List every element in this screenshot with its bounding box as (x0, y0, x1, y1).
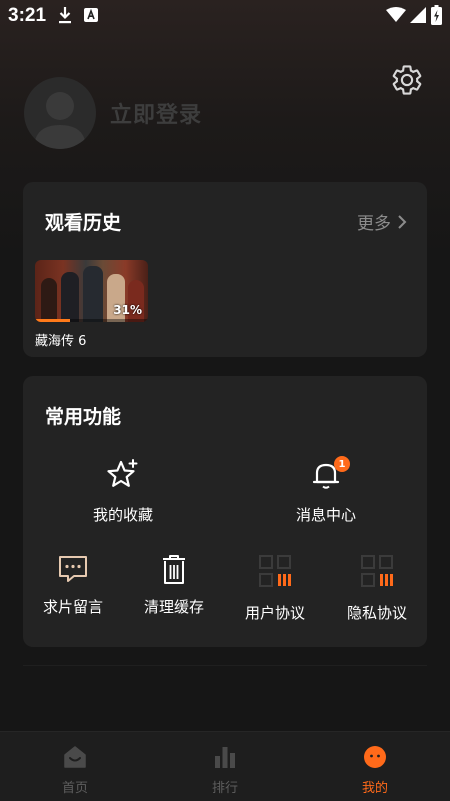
nav-mine-label: 我的 (361, 781, 388, 796)
login-link[interactable]: 立即登录 (110, 97, 202, 129)
person-avatar-icon (34, 92, 86, 149)
battery-charging-icon (431, 5, 442, 25)
history-more-button[interactable]: 更多 (357, 209, 409, 234)
user-agreement-label: 用户协议 (244, 604, 305, 622)
chat-bubble-icon (59, 556, 87, 582)
common-functions-card: 常用功能 我的收藏 1 消息中心 求片留言 清理缓存 用户协议 隐私协议 (23, 376, 427, 647)
star-sparkle-icon (107, 459, 138, 487)
watch-history-title: 观看历史 (45, 212, 122, 234)
download-icon (59, 7, 71, 24)
history-show-title[interactable]: 藏海传 6 (35, 330, 86, 349)
grid-bars-icon (259, 555, 291, 587)
request-message-label: 求片留言 (42, 598, 103, 616)
privacy-policy-label: 隐私协议 (346, 604, 407, 622)
home-icon (64, 746, 86, 768)
font-app-icon (84, 8, 98, 22)
watch-history-card: 观看历史 更多 31% 藏海传 6 (23, 182, 427, 357)
status-bar: 3:21 (0, 0, 450, 32)
nav-ranking[interactable]: 排行 (150, 732, 300, 801)
poster-figure (41, 278, 57, 322)
status-time: 3:21 (8, 5, 47, 26)
clear-cache-label: 清理缓存 (143, 598, 204, 616)
favorites-button[interactable]: 我的收藏 (73, 458, 173, 525)
nav-home-label: 首页 (61, 781, 88, 796)
message-center-label: 消息中心 (295, 506, 356, 524)
gear-icon (392, 65, 422, 95)
wifi-icon (386, 7, 406, 22)
progress-fill (35, 319, 71, 322)
message-center-button[interactable]: 1 消息中心 (276, 456, 376, 525)
privacy-policy-button[interactable]: 隐私协议 (327, 554, 427, 623)
grid-bars-icon (361, 555, 393, 587)
nav-ranking-label: 排行 (211, 781, 238, 796)
trash-icon (163, 555, 185, 584)
poster-figure (83, 266, 103, 322)
profile-screen: 3:21 立即登录 观看历史 更多 31% 藏海传 6 常用功能 我的收藏 1 … (0, 0, 450, 801)
history-progress-label: 31% (113, 303, 142, 317)
smiley-face-icon (364, 746, 386, 768)
divider (23, 665, 427, 666)
bottom-nav: 首页 排行 我的 (0, 731, 450, 801)
user-agreement-button[interactable]: 用户协议 (225, 554, 325, 623)
favorites-label: 我的收藏 (92, 506, 153, 524)
signal-icon (410, 7, 426, 23)
more-label: 更多 (357, 214, 391, 234)
common-functions-title: 常用功能 (45, 406, 122, 428)
history-thumbnail[interactable]: 31% (35, 260, 148, 322)
nav-mine[interactable]: 我的 (300, 732, 450, 801)
avatar[interactable] (24, 77, 96, 149)
bar-chart-icon (215, 747, 235, 768)
clear-cache-button[interactable]: 清理缓存 (124, 552, 224, 617)
request-message-button[interactable]: 求片留言 (23, 552, 123, 617)
message-badge: 1 (334, 456, 350, 472)
chevron-right-icon (398, 214, 407, 229)
settings-button[interactable] (390, 63, 424, 97)
nav-home[interactable]: 首页 (0, 732, 150, 801)
poster-figure (61, 272, 79, 322)
